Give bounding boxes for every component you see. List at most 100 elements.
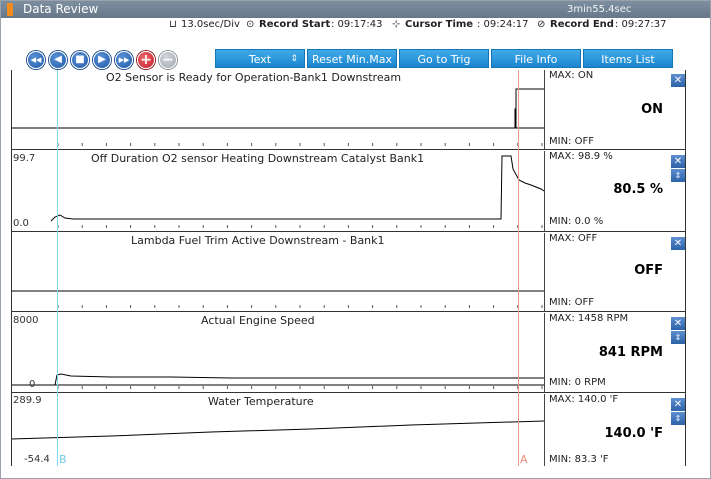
y-max-label: 8000 [13,315,39,326]
panel-divider [11,392,685,393]
value-box: MAX: OFF OFF MIN: OFF ✕ [544,233,685,311]
current-value: 140.0 'F [604,426,663,441]
time-div-icon: ⊔ [169,19,177,30]
graph-left-border [11,70,12,466]
zoom-in-button[interactable]: + [137,51,155,69]
rewind-fast-icon: ◀◀ [30,56,42,64]
scale-icon[interactable]: ⇕ [671,412,685,425]
play-icon: ▶ [98,54,106,65]
cursor-time-label: Cursor Time [405,19,474,30]
reset-minmax-button[interactable]: Reset Min.Max [307,49,397,68]
o2-ready-on-level [515,88,544,109]
current-value: 80.5 % [613,182,663,197]
engine-speed-trace [11,373,544,386]
scale-icon[interactable]: ⇕ [671,169,685,182]
elapsed-time: 3min55.4sec [567,4,632,15]
o2-heating-trace [50,155,544,222]
rewind-button[interactable]: ◀ [49,51,67,69]
record-info-bar: ⊔ 13.0sec/Div ⊙ Record Start : 09:17:43 … [1,18,710,31]
o2-ready-trace [11,108,544,129]
value-box: MAX: 140.0 'F 140.0 'F MIN: 83.3 'F ✕ ⇕ [544,394,685,466]
graph-area[interactable]: Lambda Fuel Trim Active Downstream - Ban… [11,233,544,311]
y-min-label: 0 [29,379,36,390]
panel-divider [11,149,685,150]
cursor-a-line[interactable] [518,70,519,466]
close-icon[interactable]: ✕ [671,317,685,330]
graph-area[interactable]: O2 Sensor is Ready for Operation-Bank1 D… [11,70,544,149]
min-label: MIN: 0.0 % [549,216,604,227]
text-select[interactable]: Text ⇕ [215,49,305,68]
current-value: 841 RPM [598,345,663,360]
zoom-out-button[interactable]: − [159,51,177,69]
max-label: MAX: 1458 RPM [549,313,629,324]
close-icon[interactable]: ✕ [671,74,685,87]
file-info-button[interactable]: File Info [491,49,581,68]
max-label: MAX: 140.0 'F [549,394,619,405]
zoom-in-icon: + [140,52,152,68]
panel-title: Off Duration O2 sensor Heating Downstrea… [91,152,425,165]
window-title: Data Review [23,2,99,16]
min-label: MIN: 0 RPM [549,377,606,388]
value-box: MAX: 1458 RPM 841 RPM MIN: 0 RPM ✕ ⇕ [544,313,685,392]
time-ticks [57,143,543,146]
graph-panel-engine-speed: 8000 0 Actual Engine Speed MAX: 1458 RPM… [11,313,685,392]
y-min-label: 0.0 [13,218,29,229]
zoom-out-icon: − [162,52,174,68]
play-button[interactable]: ▶ [93,51,111,69]
current-value: OFF [634,263,663,278]
toolbar: ◀◀ ◀ ■ ▶ ▶▶ + − Text ⇕ Reset Min.Max Go … [1,31,710,70]
close-icon[interactable]: ✕ [671,237,685,250]
current-value: ON [641,102,663,117]
panel-divider [11,311,685,312]
cursor-time-icon: ⊹ [392,19,401,30]
stop-icon: ■ [75,54,85,65]
graph-panel-o2-heating: 99.7 0.0 Off Duration O2 sensor Heating … [11,151,685,231]
panel-title: Lambda Fuel Trim Active Downstream - Ban… [131,234,385,247]
graph-right-border [685,70,686,466]
fast-forward-icon: ▶▶ [118,56,130,64]
graph-area[interactable]: 8000 0 Actual Engine Speed [11,313,544,392]
water-temp-trace [11,420,544,440]
y-min-label: -54.4 [24,454,50,465]
y-max-label: 99.7 [13,153,36,164]
time-per-div: 13.0sec/Div [181,19,240,30]
app-icon [7,3,13,16]
close-icon[interactable]: ✕ [671,155,685,168]
cursor-time-value: : 09:24:17 [477,19,529,30]
cursor-b-label: B [59,453,67,466]
cursor-b-line[interactable] [57,70,58,466]
time-ticks [57,386,543,389]
time-ticks [57,305,543,308]
record-end-value: : 09:27:37 [615,19,667,30]
y-max-label: 289.9 [13,395,42,406]
go-to-trig-button[interactable]: Go to Trig [399,49,489,68]
time-ticks [57,225,543,228]
items-list-button[interactable]: Items List [583,49,673,68]
graph-area[interactable]: 99.7 0.0 Off Duration O2 sensor Heating … [11,151,544,231]
select-arrows-icon: ⇕ [290,54,298,64]
record-start-value: : 09:17:43 [331,19,383,30]
panel-title: Actual Engine Speed [201,314,315,327]
panel-title: Water Temperature [208,395,314,408]
record-end-label: Record End [550,19,614,30]
graph-panel-o2-ready: O2 Sensor is Ready for Operation-Bank1 D… [11,70,685,149]
max-label: MAX: OFF [549,233,598,244]
panel-divider [11,231,685,232]
value-box: MAX: 98.9 % 80.5 % MIN: 0.0 % ✕ ⇕ [544,151,685,231]
fast-forward-button[interactable]: ▶▶ [115,51,133,69]
max-label: MAX: ON [549,70,594,81]
stop-button[interactable]: ■ [71,51,89,69]
data-review-window: Data Review 3min55.4sec ⊔ 13.0sec/Div ⊙ … [0,0,711,479]
graph-area[interactable]: 289.9 -54.4 Water Temperature [11,394,544,466]
record-start-label: Record Start [259,19,331,30]
graph-panel-water-temp: 289.9 -54.4 Water Temperature MAX: 140.0… [11,394,685,466]
record-end-icon: ⊘ [537,19,546,30]
text-select-value: Text [248,53,272,66]
rewind-fast-button[interactable]: ◀◀ [27,51,45,69]
cursor-a-label: A [520,453,528,466]
scale-icon[interactable]: ⇕ [671,331,685,344]
max-label: MAX: 98.9 % [549,151,613,162]
graph-panel-lambda: Lambda Fuel Trim Active Downstream - Ban… [11,233,685,311]
min-label: MIN: OFF [549,297,594,308]
close-icon[interactable]: ✕ [671,398,685,411]
